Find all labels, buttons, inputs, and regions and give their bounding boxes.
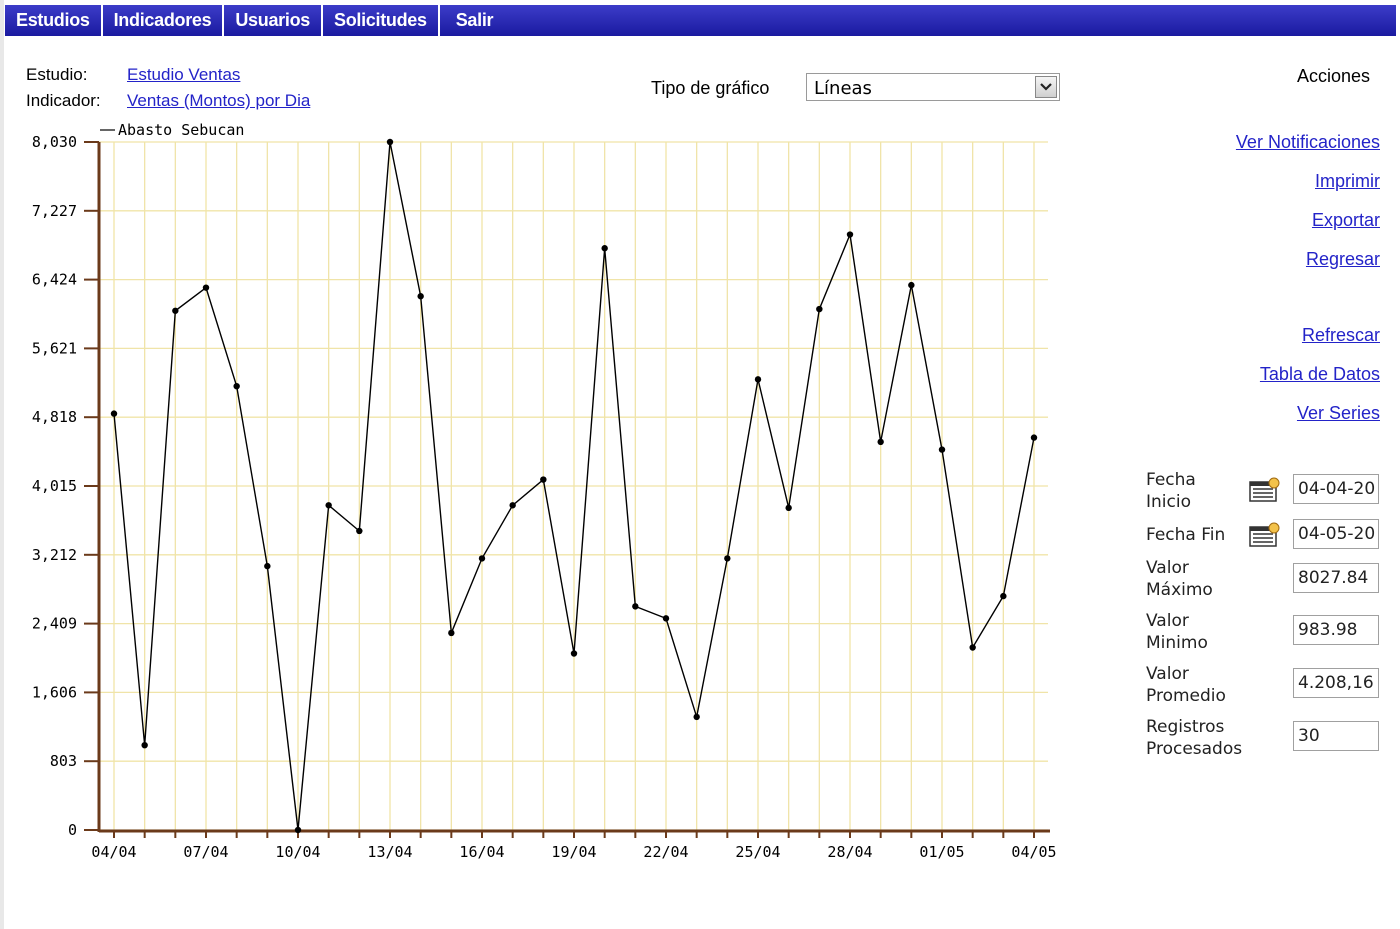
data-point [356, 527, 363, 535]
action-ver-notificaciones[interactable]: Ver Notificaciones [1236, 132, 1380, 153]
y-tick-label: 4,015 [32, 477, 77, 495]
nav-salir[interactable]: Salir [440, 5, 505, 36]
data-point [478, 555, 486, 562]
x-tick-label: 19/04 [551, 843, 596, 861]
y-tick-label: 6,424 [32, 271, 77, 289]
chart-type-label: Tipo de gráfico [651, 78, 770, 98]
data-point [785, 504, 792, 512]
indicador-link[interactable]: Ventas (Montos) por Dia [127, 91, 310, 111]
data-point [172, 307, 179, 314]
indicador-label: Indicador: [26, 91, 101, 110]
y-tick-label: 7,227 [32, 202, 77, 220]
data-point [294, 826, 302, 834]
y-tick-label: 1,606 [32, 683, 77, 701]
nav-indicadores[interactable]: Indicadores [103, 5, 225, 36]
data-point [386, 138, 394, 146]
x-tick-label: 04/04 [91, 843, 136, 861]
nav-solicitudes[interactable]: Solicitudes [323, 5, 440, 36]
action-imprimir[interactable]: Imprimir [1315, 171, 1380, 192]
data-point [877, 438, 884, 446]
data-point [1000, 592, 1007, 600]
data-point [325, 502, 332, 509]
action-tabla-de-datos[interactable]: Tabla de Datos [1260, 364, 1380, 385]
data-point [509, 502, 516, 509]
estudio-link[interactable]: Estudio Ventas [127, 65, 240, 85]
fecha-fin-label: Fecha Fin [1146, 525, 1226, 545]
valor-promedio-label: Valor Promedio [1146, 664, 1226, 706]
data-point [632, 603, 639, 610]
x-tick-label: 25/04 [735, 843, 780, 861]
action-exportar[interactable]: Exportar [1312, 210, 1380, 231]
chart-type-select[interactable]: Líneas [806, 73, 1060, 101]
legend-label: Abasto Sebucan [118, 121, 244, 139]
data-point [570, 650, 578, 657]
y-tick-label: 4,818 [32, 408, 77, 426]
data-point [938, 446, 946, 453]
registros-label: Registros Procesados [1146, 717, 1243, 759]
x-tick-label: 16/04 [459, 843, 504, 861]
data-point [816, 305, 823, 313]
action-regresar[interactable]: Regresar [1306, 249, 1380, 270]
actions-title: Acciones [1297, 66, 1371, 86]
valor-maximo-field: 8027.84 [1293, 563, 1379, 593]
calendar-icon[interactable] [1249, 522, 1281, 548]
action-refrescar[interactable]: Refrescar [1302, 325, 1380, 346]
data-point [724, 555, 731, 562]
data-point [1030, 434, 1038, 441]
data-point [141, 741, 148, 749]
data-point [754, 376, 762, 383]
x-tick-label: 22/04 [643, 843, 688, 861]
valor-promedio-field: 4.208,16 [1293, 668, 1379, 698]
nav-usuarios[interactable]: Usuarios [224, 5, 323, 36]
nav-estudios[interactable]: Estudios [5, 5, 103, 36]
chart-grid [84, 141, 1048, 831]
data-point [264, 562, 271, 570]
y-tick-label: 0 [68, 821, 77, 839]
data-point [540, 476, 547, 483]
x-tick-label: 10/04 [275, 843, 320, 861]
estudio-label: Estudio: [26, 65, 88, 84]
line-chart: 0 803 1,606 2,409 3,212 4,015 4,818 5,621 6,424 7… [32, 121, 1057, 861]
x-tick-label: 13/04 [367, 843, 412, 861]
data-point [448, 629, 455, 637]
y-tick-label: 8,030 [32, 133, 77, 151]
data-point [693, 713, 700, 721]
chart-type-value: Líneas [814, 78, 872, 99]
data-point [601, 245, 608, 252]
x-tick-label: 01/05 [919, 843, 964, 861]
data-point [202, 284, 210, 291]
calendar-icon[interactable] [1249, 477, 1281, 503]
data-point [846, 231, 854, 238]
data-point [969, 644, 976, 651]
x-tick-label: 07/04 [183, 843, 228, 861]
x-tick-label: 28/04 [827, 843, 872, 861]
registros-field: 30 [1293, 721, 1379, 751]
fecha-inicio-input[interactable]: 04-04-20 [1293, 474, 1379, 504]
fecha-fin-input[interactable]: 04-05-20 [1293, 519, 1379, 549]
fecha-inicio-label: Fecha Inicio [1146, 470, 1196, 512]
data-point [233, 382, 240, 390]
data-point [110, 410, 118, 417]
top-navigation: Estudios Indicadores Usuarios Solicitude… [5, 5, 1396, 36]
valor-minimo-label: Valor Minimo [1146, 611, 1208, 653]
y-tick-label: 803 [50, 752, 77, 770]
chevron-down-icon[interactable] [1035, 76, 1057, 98]
action-ver-series[interactable]: Ver Series [1297, 403, 1380, 424]
y-tick-label: 3,212 [32, 546, 77, 564]
x-tick-label: 04/05 [1011, 843, 1056, 861]
valor-maximo-label: Valor Máximo [1146, 558, 1213, 600]
data-point [908, 281, 915, 289]
valor-minimo-field: 983.98 [1293, 615, 1379, 645]
data-point [417, 293, 424, 300]
y-tick-label: 2,409 [32, 615, 77, 633]
data-point [662, 615, 670, 622]
y-tick-label: 5,621 [32, 339, 77, 357]
